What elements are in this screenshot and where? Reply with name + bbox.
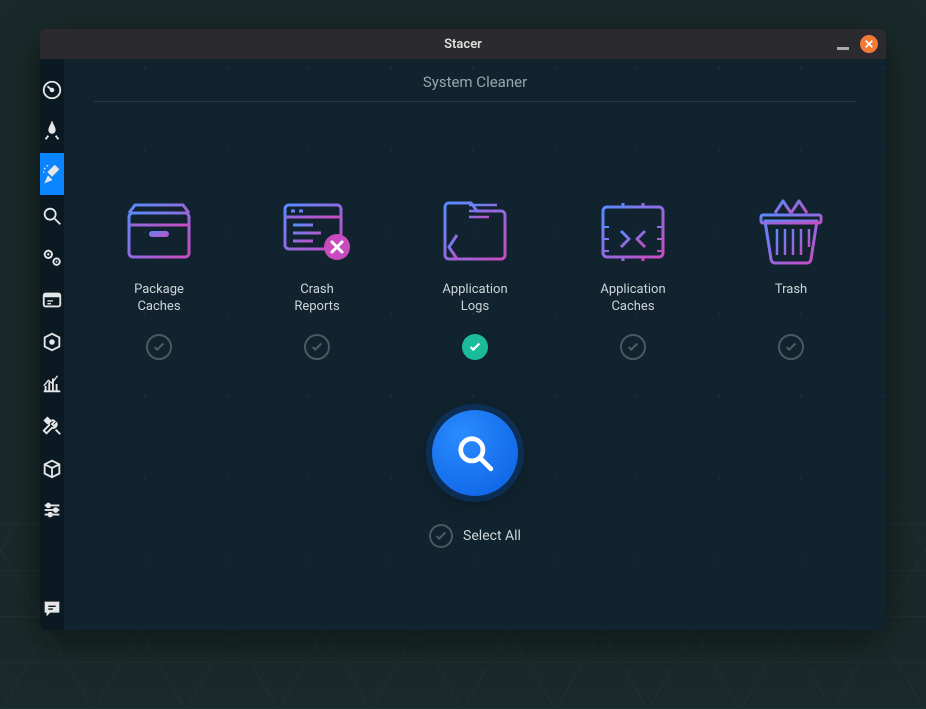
sidebar-item-dashboard[interactable]	[40, 69, 64, 111]
titlebar: Stacer	[40, 29, 886, 59]
sidebar-item-apt-packages[interactable]	[40, 447, 64, 489]
card-checkbox[interactable]	[620, 334, 646, 360]
select-all-toggle[interactable]: Select All	[429, 524, 521, 548]
card-trash[interactable]: Trash	[726, 192, 856, 360]
sidebar-item-services[interactable]	[40, 237, 64, 279]
sidebar-item-uninstaller[interactable]	[40, 321, 64, 363]
sidebar-item-settings-sliders[interactable]	[40, 489, 64, 531]
sidebar-item-system-cleaner[interactable]	[40, 153, 64, 195]
titlebar-controls	[834, 35, 878, 53]
cleaner-cards: Package Caches	[64, 192, 886, 360]
sidebar	[40, 59, 64, 630]
sidebar-item-startup-apps[interactable]	[40, 111, 64, 153]
card-crash-reports[interactable]: Crash Reports	[252, 192, 382, 360]
select-all-label: Select All	[463, 528, 521, 544]
scan-area: Select All	[64, 410, 886, 548]
main-content: System Cleaner Package Caches	[64, 59, 886, 630]
application-caches-icon	[589, 192, 677, 270]
page-title: System Cleaner	[94, 59, 856, 102]
card-checkbox[interactable]	[146, 334, 172, 360]
minimize-button[interactable]	[834, 35, 852, 53]
card-label: Package Caches	[134, 282, 184, 316]
app-window: Stacer	[40, 29, 886, 630]
card-application-logs[interactable]: Application Logs	[410, 192, 540, 360]
card-label: Trash	[775, 282, 807, 316]
card-checkbox[interactable]	[462, 334, 488, 360]
sidebar-item-search[interactable]	[40, 195, 64, 237]
window-title: Stacer	[444, 37, 482, 52]
application-logs-icon	[431, 192, 519, 270]
card-application-caches[interactable]: Application Caches	[568, 192, 698, 360]
card-label: Application Caches	[600, 282, 665, 316]
sidebar-item-settings-tools[interactable]	[40, 405, 64, 447]
crash-reports-icon	[273, 192, 361, 270]
card-checkbox[interactable]	[304, 334, 330, 360]
scan-button[interactable]	[432, 410, 518, 496]
trash-icon	[747, 192, 835, 270]
card-label: Application Logs	[442, 282, 507, 316]
sidebar-item-processes[interactable]	[40, 279, 64, 321]
sidebar-item-resources[interactable]	[40, 363, 64, 405]
package-caches-icon	[115, 192, 203, 270]
sidebar-item-feedback[interactable]	[40, 588, 64, 630]
close-button[interactable]	[860, 35, 878, 53]
card-checkbox[interactable]	[778, 334, 804, 360]
card-label: Crash Reports	[294, 282, 339, 316]
select-all-checkbox-icon	[429, 524, 453, 548]
card-package-caches[interactable]: Package Caches	[94, 192, 224, 360]
